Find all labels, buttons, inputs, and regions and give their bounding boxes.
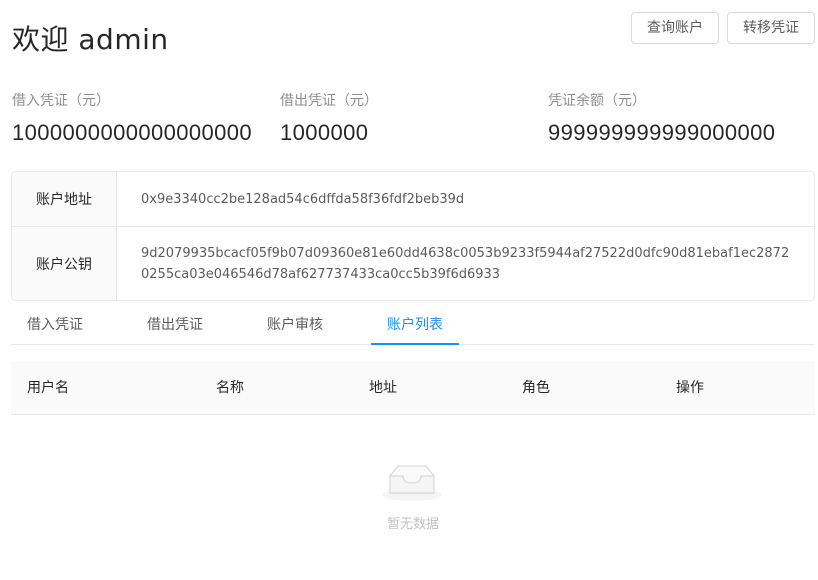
account-pubkey-row: 账户公钥 9d2079935bcacf05f9b07d09360e81e60dd… [12,227,814,300]
account-address-row: 账户地址 0x9e3340cc2be128ad54c6dffda58f36fdf… [12,172,814,227]
table-header: 用户名 名称 地址 角色 操作 [11,361,815,415]
account-pubkey-label: 账户公钥 [12,227,117,300]
stat-value: 1000000 [280,120,369,145]
tab-account-review[interactable]: 账户审核 [267,306,323,344]
page-header: 欢迎 admin 查询账户 转移凭证 [12,12,815,58]
tab-borrowed[interactable]: 借入凭证 [27,306,83,344]
transfer-credential-button[interactable]: 转移凭证 [727,12,815,44]
account-address-value: 0x9e3340cc2be128ad54c6dffda58f36fdf2beb3… [141,191,465,207]
account-pubkey-value: 9d2079935bcacf05f9b07d09360e81e60dd4638c… [141,245,790,282]
stat-label: 凭证余额（元） [548,93,646,109]
stat-label: 借出凭证（元） [280,93,378,109]
stat-balance: 凭证余额（元） 999999999999000000 [548,90,775,146]
stat-value: 1000000000000000000 [12,120,253,145]
stat-label: 借入凭证（元） [12,93,110,109]
tab-account-list[interactable]: 账户列表 [387,306,443,344]
empty-inbox-icon [382,465,442,501]
welcome-title: 欢迎 admin [12,23,169,56]
stat-lent: 借出凭证（元） 1000000 [280,90,378,146]
stat-borrowed: 借入凭证（元） 1000000000000000000 [12,90,252,146]
column-header-name[interactable]: 名称 [216,361,244,415]
column-header-address[interactable]: 地址 [369,361,397,415]
active-tab-indicator [371,343,459,345]
tab-bar: 借入凭证 借出凭证 账户审核 账户列表 [11,306,815,345]
tab-lent[interactable]: 借出凭证 [147,306,203,344]
column-header-role[interactable]: 角色 [522,361,550,415]
column-header-actions[interactable]: 操作 [676,361,704,415]
column-header-username[interactable]: 用户名 [27,361,69,415]
table-empty-state: 暂无数据 [11,415,815,565]
query-account-button[interactable]: 查询账户 [631,12,719,44]
empty-text: 暂无数据 [386,517,439,532]
account-details: 账户地址 0x9e3340cc2be128ad54c6dffda58f36fdf… [11,171,815,301]
account-address-label: 账户地址 [12,172,117,226]
stat-value: 999999999999000000 [548,120,776,145]
